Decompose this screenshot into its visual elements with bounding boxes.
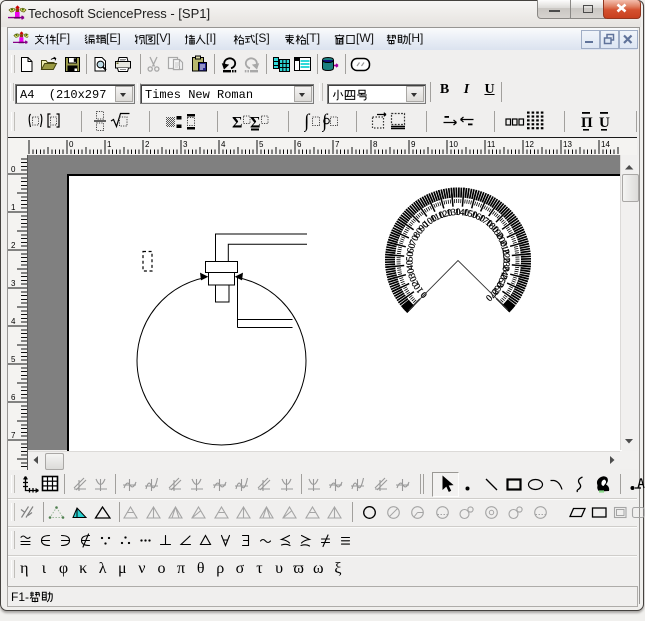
svg-text:11: 11 bbox=[487, 140, 496, 149]
svg-text:7: 7 bbox=[11, 431, 16, 440]
svg-text:0: 0 bbox=[11, 165, 16, 174]
svg-text:5: 5 bbox=[259, 140, 264, 149]
svg-text:4: 4 bbox=[11, 317, 16, 326]
svg-text:Σ: Σ bbox=[232, 115, 242, 132]
svg-text:13: 13 bbox=[563, 140, 572, 149]
svg-text:10: 10 bbox=[449, 140, 458, 149]
svg-text:0: 0 bbox=[69, 140, 74, 149]
svg-text:∫: ∫ bbox=[322, 111, 329, 132]
svg-text:8: 8 bbox=[373, 140, 378, 149]
svg-text:2: 2 bbox=[145, 140, 150, 149]
svg-text:2: 2 bbox=[11, 241, 16, 250]
svg-text:1: 1 bbox=[107, 140, 112, 149]
svg-text:5: 5 bbox=[11, 355, 16, 364]
svg-text:∫: ∫ bbox=[304, 111, 311, 132]
svg-text:4: 4 bbox=[221, 140, 226, 149]
svg-text:6: 6 bbox=[297, 140, 302, 149]
svg-text:9: 9 bbox=[411, 140, 416, 149]
svg-text:14: 14 bbox=[601, 140, 610, 149]
svg-text:Π: Π bbox=[581, 115, 593, 131]
svg-text:12: 12 bbox=[525, 140, 534, 149]
svg-text:7: 7 bbox=[335, 140, 340, 149]
svg-text:3: 3 bbox=[183, 140, 188, 149]
svg-text:6: 6 bbox=[11, 393, 16, 402]
svg-text:3: 3 bbox=[11, 279, 16, 288]
svg-text:1: 1 bbox=[11, 203, 16, 212]
svg-text:U: U bbox=[599, 115, 610, 131]
